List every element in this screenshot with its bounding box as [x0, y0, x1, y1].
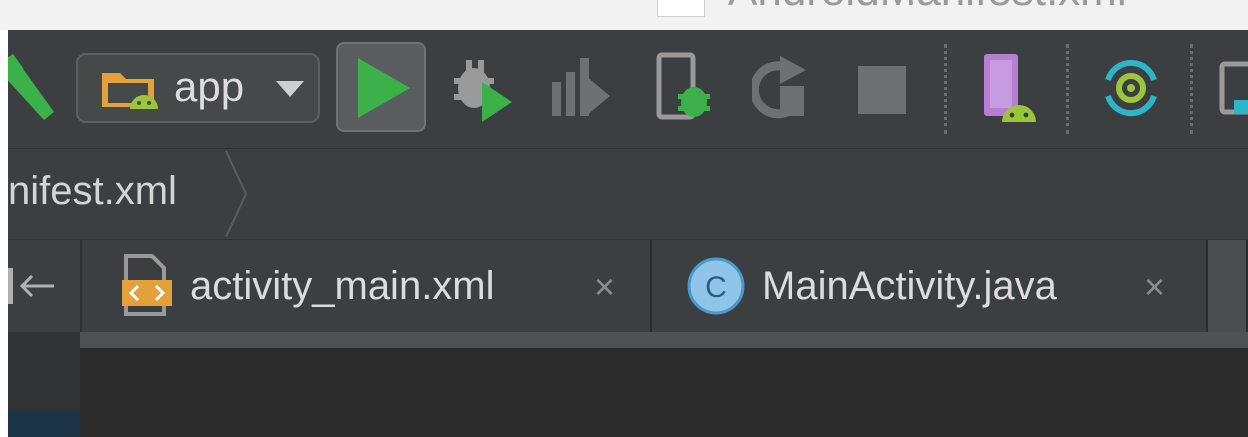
tab-overflow[interactable] [1208, 240, 1248, 332]
avd-manager-button[interactable] [982, 52, 1040, 124]
attach-debugger-button[interactable] [656, 52, 716, 124]
run-button[interactable] [336, 42, 426, 132]
tab-activity-main-xml[interactable]: activity_main.xml × [80, 240, 652, 332]
tab-label: MainActivity.java [762, 264, 1057, 308]
hammer-icon[interactable] [0, 54, 60, 124]
android-folder-icon [102, 73, 158, 109]
xml-file-icon [122, 254, 172, 316]
navigation-bar: nifest.xml [0, 149, 1248, 240]
collapse-left-icon[interactable] [8, 266, 58, 306]
sync-button[interactable] [1100, 54, 1162, 122]
toolbar-separator [944, 44, 947, 134]
window-title: AndroidManifest.xml [728, 0, 1127, 16]
close-icon[interactable]: × [1144, 266, 1165, 308]
file-icon [657, 0, 705, 17]
main-toolbar: app [0, 30, 1248, 149]
run-configuration-dropdown[interactable]: app [76, 53, 320, 123]
window-edge [0, 30, 8, 437]
chevron-down-icon [276, 81, 304, 97]
tab-main-activity-java[interactable]: C MainActivity.java × [652, 240, 1208, 332]
editor-header-strip [80, 332, 1248, 348]
java-class-icon: C [687, 257, 745, 315]
tab-label: activity_main.xml [190, 264, 495, 308]
rerun-button[interactable] [752, 56, 808, 120]
close-icon[interactable]: × [594, 266, 615, 308]
play-icon [358, 58, 410, 118]
breadcrumb-item[interactable]: nifest.xml [8, 169, 177, 214]
profile-button[interactable] [550, 56, 612, 120]
editor-tab-bar: activity_main.xml × C MainActivity.java … [0, 240, 1248, 332]
toolbar-separator [1190, 44, 1193, 134]
debug-button[interactable] [450, 54, 516, 124]
editor-area[interactable] [80, 348, 1248, 437]
device-icon[interactable] [1218, 60, 1248, 120]
stop-button[interactable] [858, 66, 906, 114]
run-configuration-label: app [174, 63, 245, 110]
selected-row [0, 410, 80, 437]
toolbar-separator [1066, 44, 1069, 134]
breadcrumb-separator-icon [225, 150, 248, 238]
svg-text:C: C [705, 271, 727, 304]
window-title-bar: AndroidManifest.xml [0, 0, 1248, 30]
